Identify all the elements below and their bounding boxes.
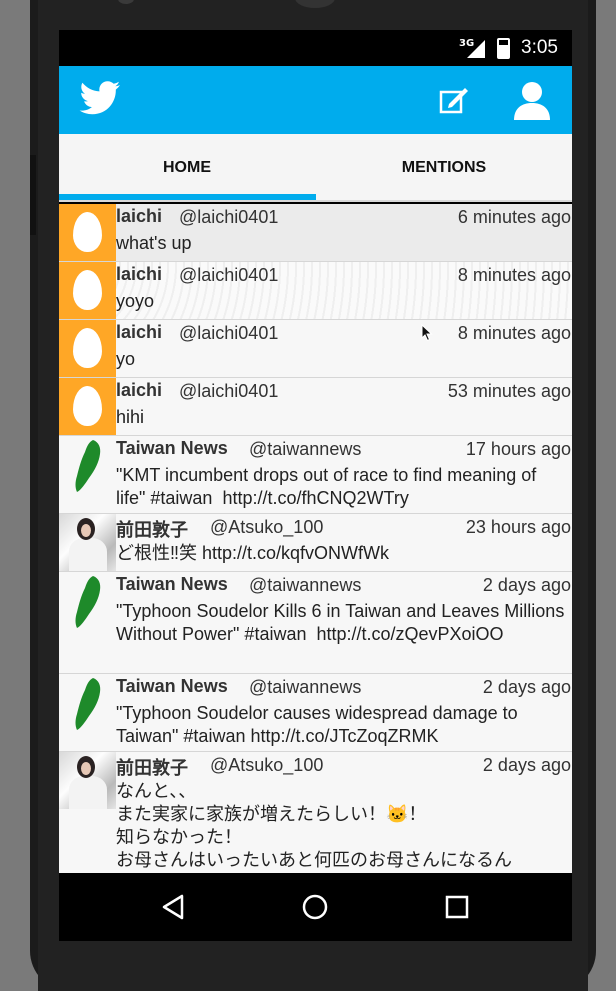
tweet-author-handle: @laichi0401 <box>179 265 279 285</box>
tweet-time: 17 hours ago <box>465 439 571 459</box>
tweet-time: 2 days ago <box>482 755 571 775</box>
twitter-bird-icon[interactable] <box>79 80 121 118</box>
tweet-item[interactable]: 前田敦子 @Atsuko_100 23 hours ago ど根性‼笑 http… <box>59 514 572 572</box>
phone-screen: 3G 3:05 HOME MENTIONS laichi @laichi0401… <box>59 30 572 941</box>
tab-home[interactable]: HOME <box>59 134 315 202</box>
nav-home-button[interactable] <box>275 873 355 941</box>
recents-square-icon <box>445 895 469 919</box>
tweet-item[interactable]: laichi @laichi0401 8 minutes ago yoyo <box>59 262 572 320</box>
user-photo-avatar[interactable] <box>59 752 116 809</box>
tweet-time: 6 minutes ago <box>457 207 571 227</box>
tweet-author-name: laichi <box>116 322 163 342</box>
tweet-item[interactable]: Taiwan News @taiwannews 2 days ago "Typh… <box>59 674 572 752</box>
tweet-author-name: 前田敦子 <box>116 520 188 540</box>
battery-icon <box>497 38 510 59</box>
tweet-time: 23 hours ago <box>465 517 571 537</box>
tweet-text: hihi <box>116 407 145 427</box>
tweet-author-name: Taiwan News <box>116 574 228 594</box>
tweet-author-name: laichi <box>116 206 163 226</box>
back-triangle-icon <box>162 894 184 920</box>
tweet-time: 8 minutes ago <box>457 323 571 343</box>
tweet-author-handle: @taiwannews <box>249 439 362 459</box>
system-nav-bar <box>59 873 572 941</box>
tweet-author-name: laichi <box>116 380 163 400</box>
tweet-item[interactable]: 前田敦子 @Atsuko_100 2 days ago なんと、、 また実家に家… <box>59 752 572 873</box>
tweet-author-handle: @laichi0401 <box>179 323 279 343</box>
tweet-text: "Typhoon Soudelor causes widespread dama… <box>116 703 523 746</box>
active-tab-indicator <box>59 194 316 200</box>
tweet-text: ど根性‼笑 http://t.co/kqfvONWfWk <box>116 543 390 563</box>
tweet-text: なんと、、 また実家に家族が増えたらしい！🐱！ 知らなかった！ お母さんはいった… <box>116 781 512 870</box>
tweet-time: 2 days ago <box>482 575 571 595</box>
tweet-author-name: Taiwan News <box>116 438 228 458</box>
tweet-item[interactable]: laichi @laichi0401 8 minutes ago yo <box>59 320 572 378</box>
tweet-text: what's up <box>116 233 192 253</box>
taiwan-map-avatar-icon[interactable] <box>59 436 116 493</box>
egg-avatar-icon[interactable] <box>59 378 116 435</box>
tweet-author-handle: @Atsuko_100 <box>210 517 324 537</box>
tweet-item[interactable]: laichi @laichi0401 53 minutes ago hihi <box>59 378 572 436</box>
egg-avatar-icon[interactable] <box>59 320 116 377</box>
tweet-item[interactable]: laichi @laichi0401 6 minutes ago what's … <box>59 204 572 262</box>
tweet-text: yoyo <box>116 291 155 311</box>
tweet-author-name: Taiwan News <box>116 676 228 696</box>
tweet-text: "Typhoon Soudelor Kills 6 in Taiwan and … <box>116 601 570 644</box>
tweet-author-handle: @Atsuko_100 <box>210 755 324 775</box>
tweet-author-handle: @laichi0401 <box>179 207 279 227</box>
profile-icon[interactable] <box>513 80 551 120</box>
signal-icon <box>467 40 485 58</box>
tweet-time: 8 minutes ago <box>457 265 571 285</box>
compose-icon[interactable] <box>439 86 469 114</box>
home-circle-icon <box>302 894 328 920</box>
tweet-time: 53 minutes ago <box>447 381 571 401</box>
tweet-item[interactable]: Taiwan News @taiwannews 17 hours ago "KM… <box>59 436 572 514</box>
tweet-author-name: 前田敦子 <box>116 758 188 778</box>
tweet-author-handle: @taiwannews <box>249 677 362 697</box>
tweet-author-handle: @laichi0401 <box>179 381 279 401</box>
tab-mentions[interactable]: MENTIONS <box>316 134 572 202</box>
device-side-button <box>30 155 36 235</box>
tweet-author-handle: @taiwannews <box>249 575 362 595</box>
user-photo-avatar[interactable] <box>59 514 116 571</box>
egg-avatar-icon[interactable] <box>59 204 116 261</box>
nav-back-button[interactable] <box>133 873 213 941</box>
tweet-time: 2 days ago <box>482 677 571 697</box>
tweet-text: yo <box>116 349 136 369</box>
taiwan-map-avatar-icon[interactable] <box>59 572 116 629</box>
tweet-item[interactable]: Taiwan News @taiwannews 2 days ago "Typh… <box>59 572 572 674</box>
app-bar <box>59 66 572 134</box>
taiwan-map-avatar-icon[interactable] <box>59 674 116 731</box>
nav-recents-button[interactable] <box>417 873 497 941</box>
status-bar: 3G 3:05 <box>59 30 572 66</box>
tweet-author-name: laichi <box>116 264 163 284</box>
egg-avatar-icon[interactable] <box>59 262 116 319</box>
status-time: 3:05 <box>521 37 558 58</box>
tweet-text: "KMT incumbent drops out of race to find… <box>116 465 542 508</box>
mouse-cursor-icon <box>421 324 433 342</box>
tweet-timeline[interactable]: laichi @laichi0401 6 minutes ago what's … <box>59 204 572 873</box>
tab-bar: HOME MENTIONS <box>59 134 572 202</box>
